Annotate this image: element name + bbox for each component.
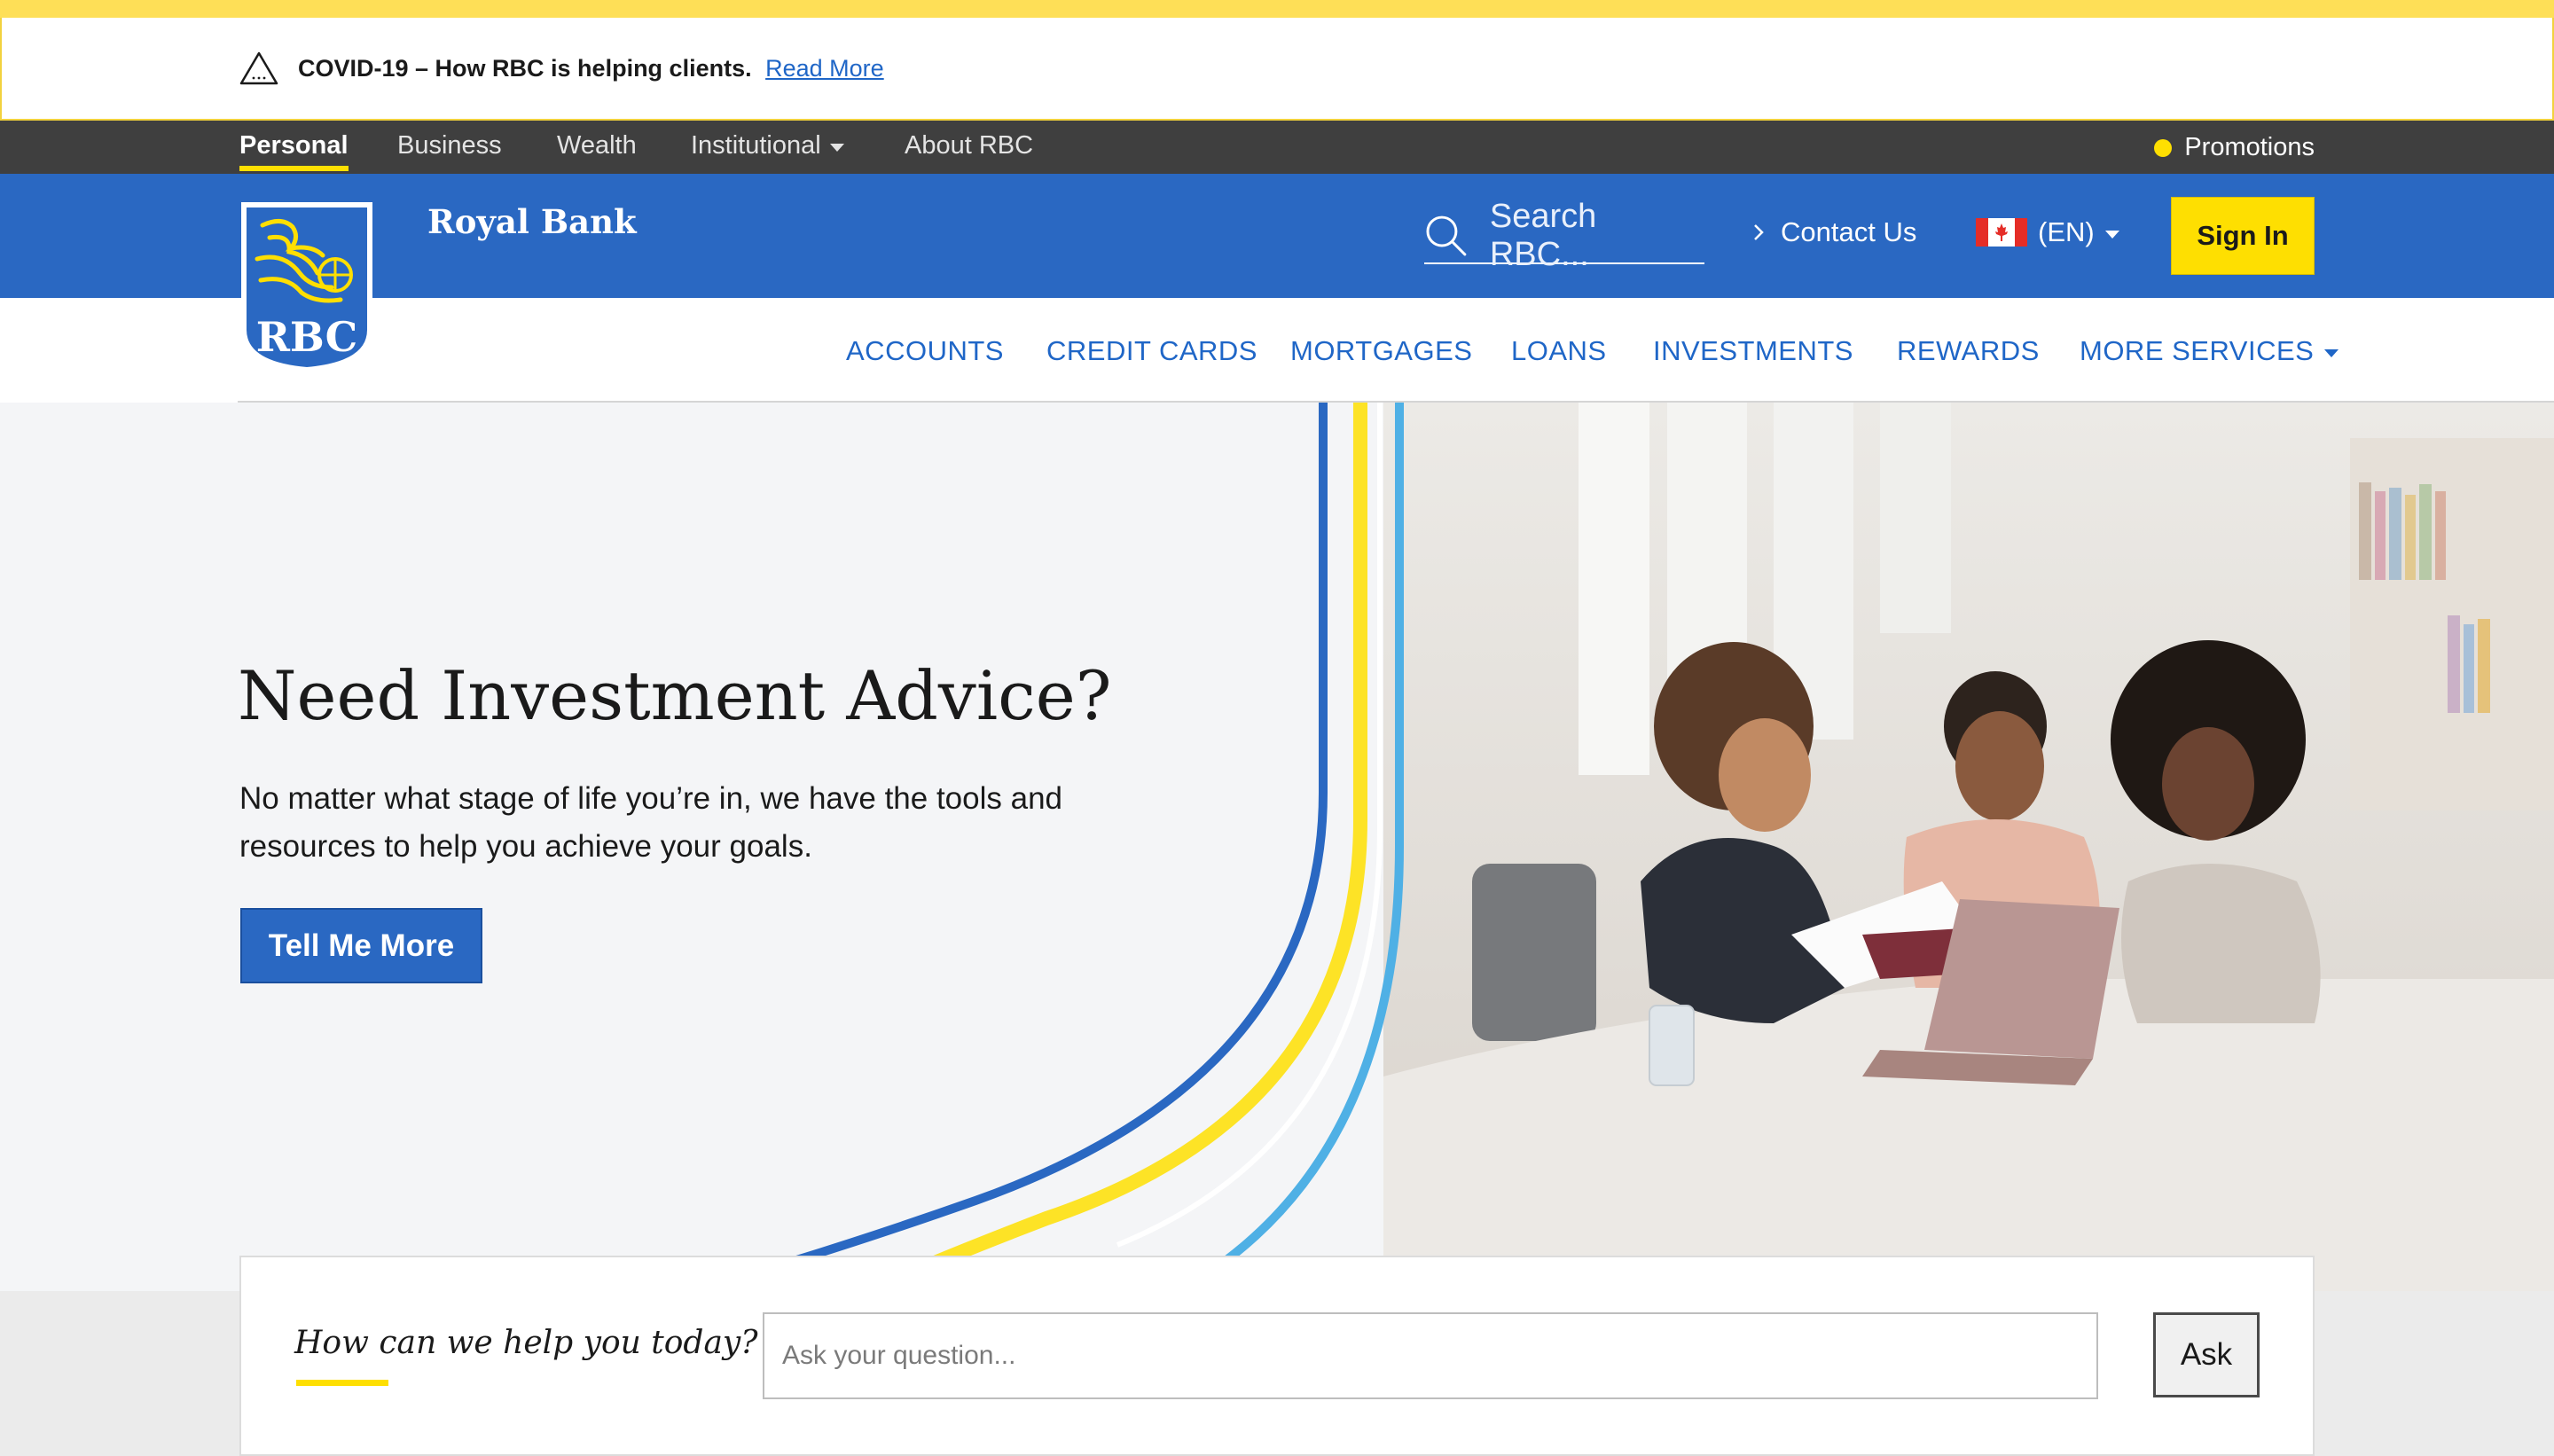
alert-top-stripe xyxy=(0,0,2554,18)
canada-flag-icon xyxy=(1976,218,2027,247)
hero-subtitle-line2: resources to help you achieve your goals… xyxy=(239,829,812,864)
rbc-logo[interactable]: RBC xyxy=(238,199,376,374)
language-label: (EN) xyxy=(2038,216,2095,247)
alert-message: COVID-19 – How RBC is helping clients. xyxy=(298,54,752,82)
help-search-panel: How can we help you today? Ask xyxy=(239,1256,2315,1456)
segment-wealth[interactable]: Wealth xyxy=(557,131,637,160)
search-placeholder: Search RBC... xyxy=(1489,198,1597,273)
search-icon xyxy=(1426,215,1467,256)
language-selector[interactable]: (EN) xyxy=(1976,216,2119,248)
segment-nav-bar: Personal Business Wealth Institutional A… xyxy=(0,121,2554,174)
search-box[interactable]: Search RBC... xyxy=(1424,198,1704,273)
chevron-down-icon xyxy=(2324,348,2339,357)
nav-loans[interactable]: LOANS xyxy=(1511,335,1607,367)
logo-text: RBC xyxy=(256,313,358,361)
chevron-down-icon xyxy=(2104,230,2119,239)
warning-triangle-icon xyxy=(239,51,278,85)
help-question-underline xyxy=(296,1380,388,1386)
contact-us-link[interactable]: Contact Us xyxy=(1752,216,1916,248)
nav-rewards[interactable]: REWARDS xyxy=(1897,335,2040,367)
hero-section: Need Investment Advice? No matter what s… xyxy=(0,403,2554,1291)
segment-institutional-label: Institutional xyxy=(691,131,821,160)
sign-in-button[interactable]: Sign In xyxy=(2171,197,2315,275)
segment-institutional[interactable]: Institutional xyxy=(691,131,844,160)
help-question-label: How can we help you today? xyxy=(294,1325,758,1361)
promotions-dot-icon xyxy=(2154,138,2173,157)
chevron-down-icon xyxy=(829,144,844,152)
hero-title: Need Investment Advice? xyxy=(238,656,1112,735)
tell-me-more-button[interactable]: Tell Me More xyxy=(240,908,482,983)
ask-button[interactable]: Ask xyxy=(2153,1312,2260,1397)
nav-more-services-label: MORE SERVICES xyxy=(2080,335,2315,366)
nav-credit-cards[interactable]: CREDIT CARDS xyxy=(1046,335,1257,367)
segment-personal[interactable]: Personal xyxy=(239,131,349,171)
nav-accounts[interactable]: ACCOUNTS xyxy=(846,335,1004,367)
main-nav: ACCOUNTS CREDIT CARDS MORTGAGES LOANS IN… xyxy=(0,298,2554,403)
alert-content: COVID-19 – How RBC is helping clients. R… xyxy=(239,51,884,85)
nav-investments[interactable]: INVESTMENTS xyxy=(1653,335,1853,367)
brand-name[interactable]: Royal Bank xyxy=(427,202,637,241)
question-input[interactable] xyxy=(763,1312,2098,1399)
hero-subtitle: No matter what stage of life you’re in, … xyxy=(239,775,1126,871)
contact-us-label: Contact Us xyxy=(1781,216,1917,247)
nav-mortgages[interactable]: MORTGAGES xyxy=(1290,335,1472,367)
promotions-link[interactable]: Promotions xyxy=(2154,133,2315,162)
chevron-right-icon xyxy=(1754,224,1764,240)
site-header: Royal Bank Search RBC... Contact Us (EN)… xyxy=(0,174,2554,298)
hero-subtitle-line1: No matter what stage of life you’re in, … xyxy=(239,781,1063,816)
segment-business[interactable]: Business xyxy=(397,131,502,160)
nav-more-services[interactable]: MORE SERVICES xyxy=(2080,335,2339,367)
segment-about-rbc[interactable]: About RBC xyxy=(905,131,1033,160)
read-more-link[interactable]: Read More xyxy=(765,55,884,82)
promotions-label: Promotions xyxy=(2184,133,2315,161)
covid-alert-banner: COVID-19 – How RBC is helping clients. R… xyxy=(0,18,2554,121)
